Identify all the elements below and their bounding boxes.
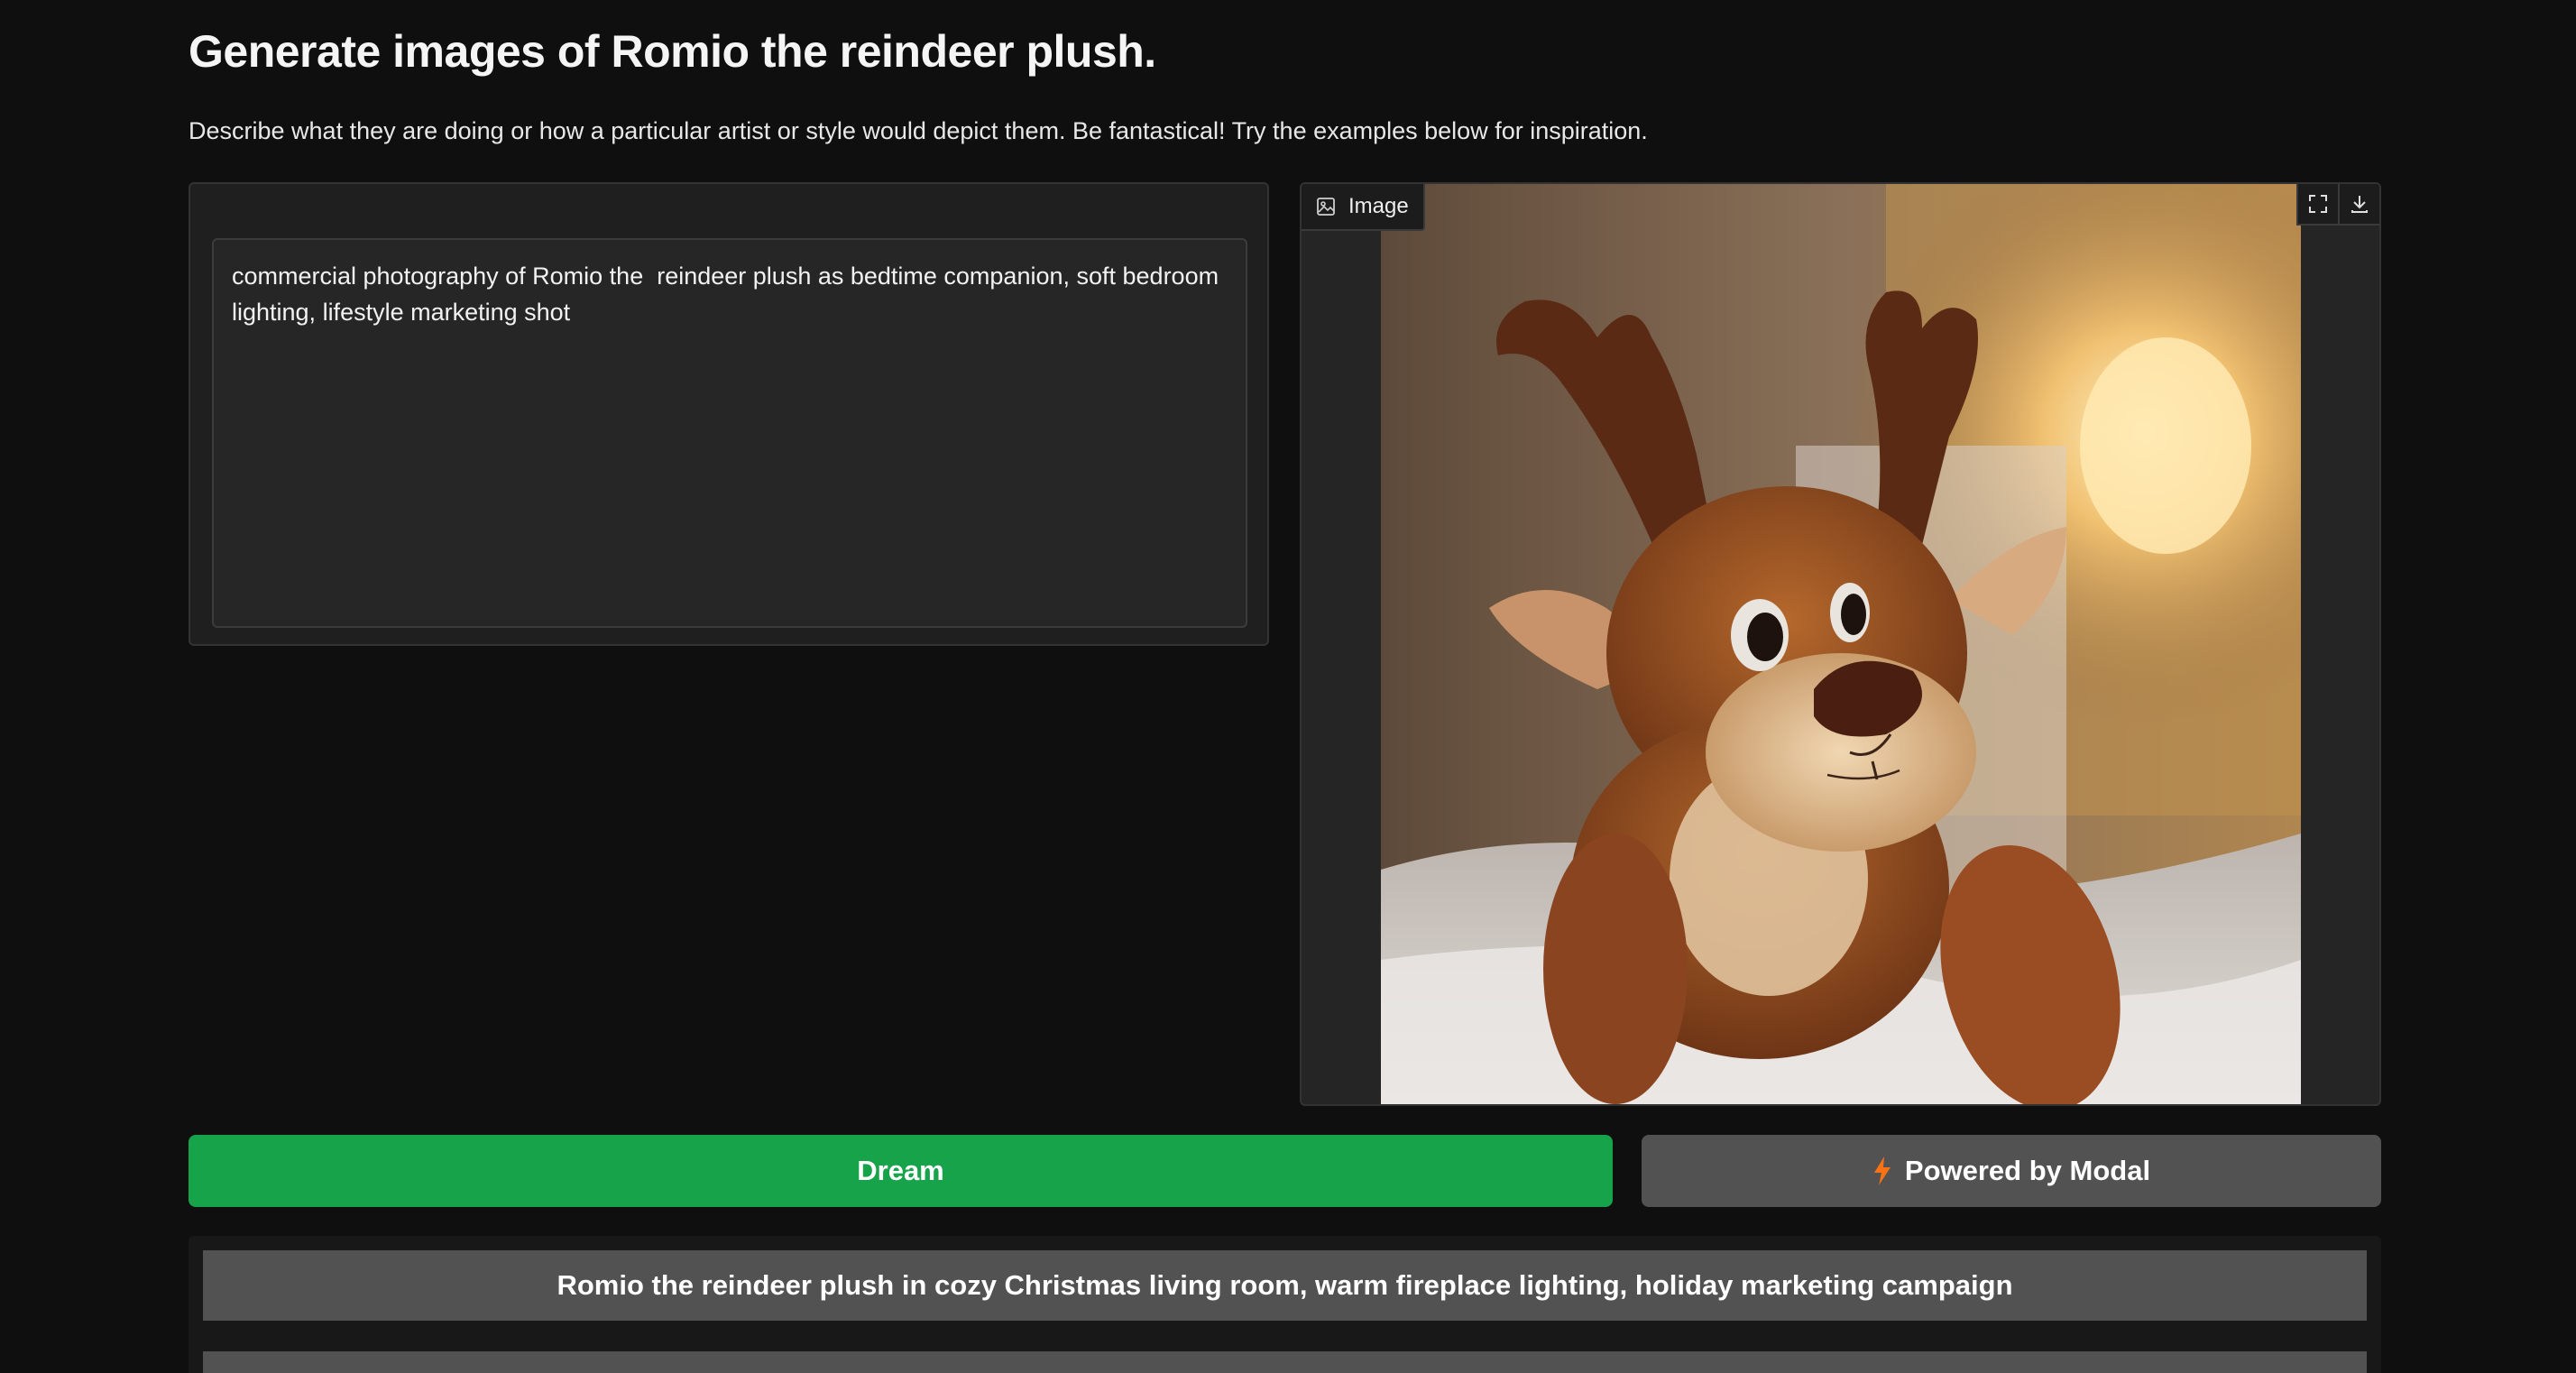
example-prompt[interactable] — [203, 1351, 2367, 1373]
generated-image — [1381, 184, 2301, 1104]
example-prompt[interactable]: Romio the reindeer plush in cozy Christm… — [203, 1250, 2367, 1321]
download-button[interactable] — [2338, 184, 2379, 226]
image-label-text: Image — [1348, 194, 1409, 218]
image-toolbar — [2296, 184, 2379, 226]
image-output-label: Image — [1302, 184, 1425, 231]
powered-by-modal-button[interactable]: Powered by Modal — [1642, 1135, 2381, 1207]
page: Generate images of Romio the reindeer pl… — [0, 0, 2576, 1373]
image-output-panel: Image — [1300, 182, 2381, 1106]
page-title: Generate images of Romio the reindeer pl… — [189, 26, 1156, 77]
fullscreen-icon — [2309, 195, 2327, 213]
fullscreen-button[interactable] — [2296, 184, 2338, 226]
bolt-icon — [1872, 1156, 1892, 1186]
powered-by-modal-label: Powered by Modal — [1904, 1155, 2151, 1186]
image-icon — [1316, 197, 1336, 217]
page-description: Describe what they are doing or how a pa… — [189, 117, 1648, 144]
examples-list: Romio the reindeer plush in cozy Christm… — [189, 1236, 2381, 1373]
download-icon — [2351, 196, 2368, 213]
dream-button[interactable]: Dream — [189, 1135, 1613, 1207]
prompt-textarea[interactable]: commercial photography of Romio the rein… — [212, 238, 1247, 628]
prompt-panel: commercial photography of Romio the rein… — [189, 182, 1269, 646]
